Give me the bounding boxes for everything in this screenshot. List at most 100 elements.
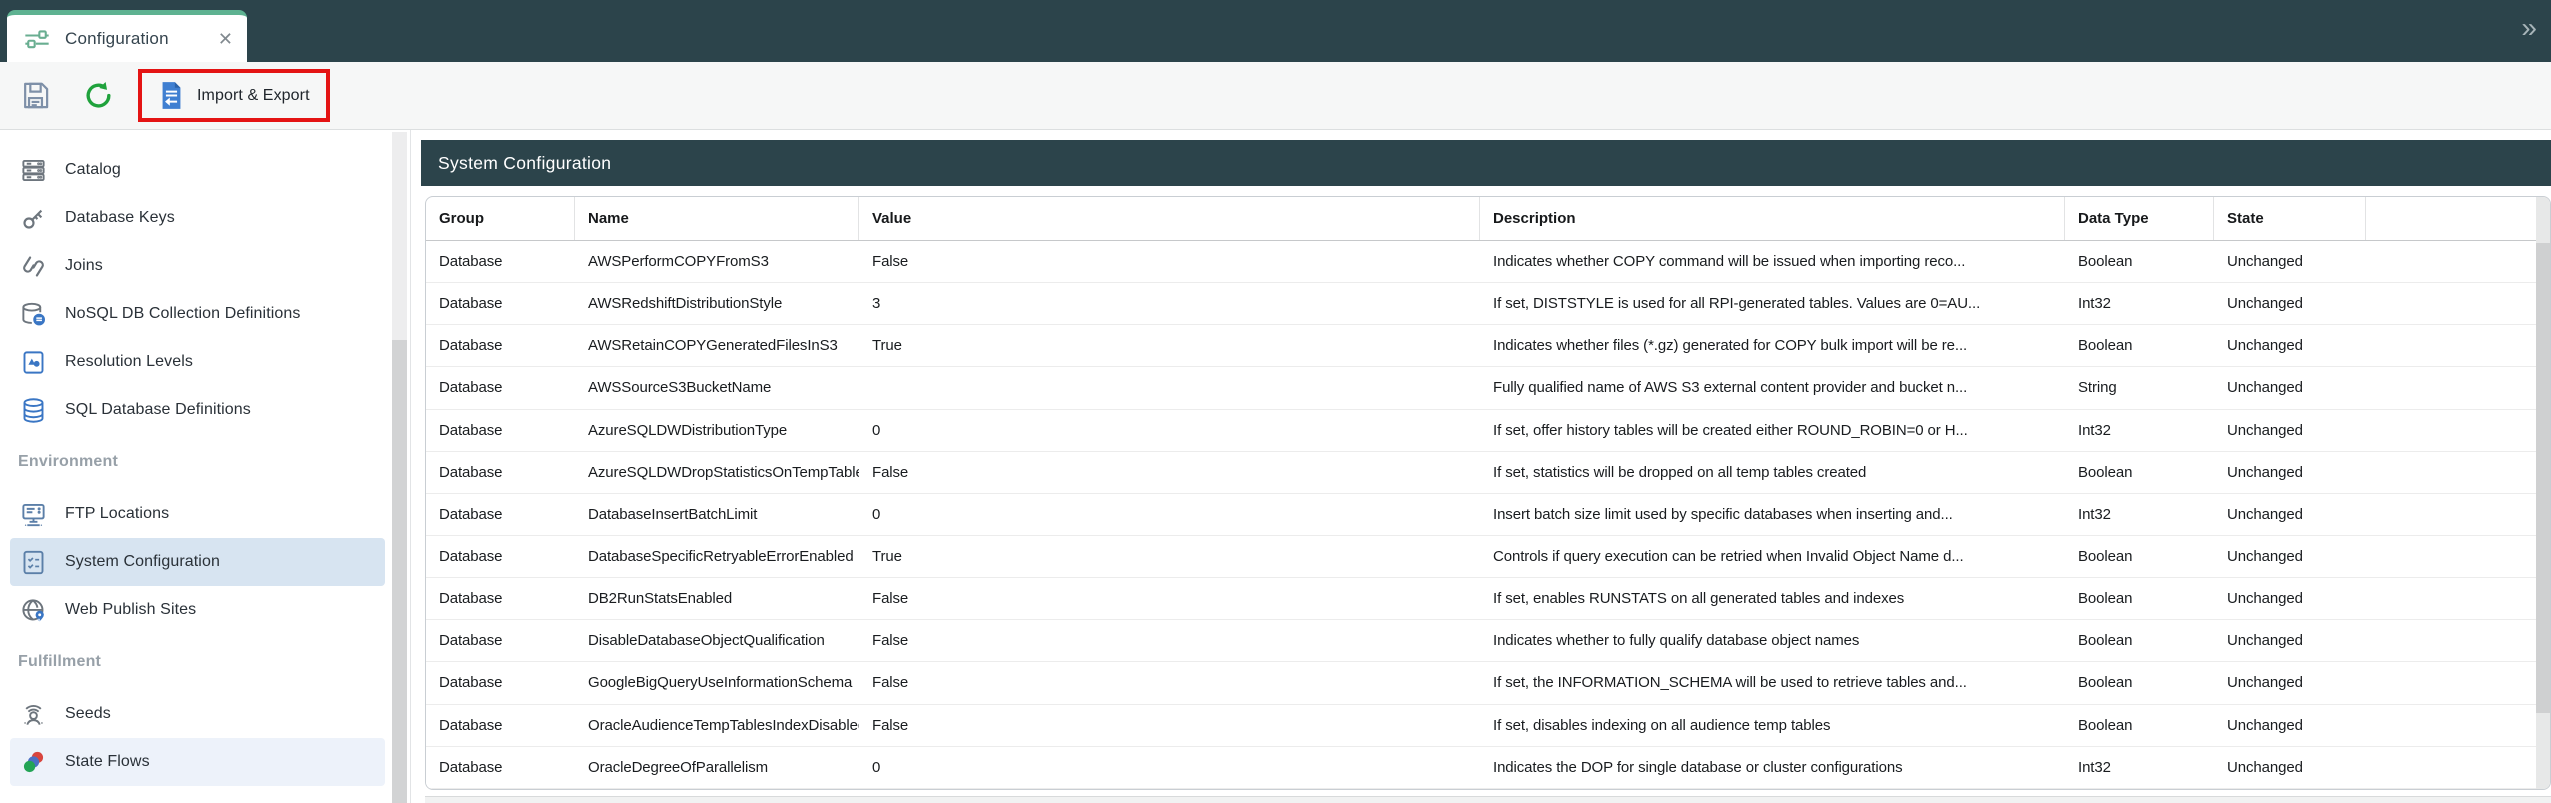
- table-cell-filler: [2366, 536, 2536, 577]
- table-cell-filler: [2366, 705, 2536, 746]
- table-cell: Unchanged: [2214, 536, 2366, 577]
- table-row[interactable]: DatabaseDB2RunStatsEnabledFalseIf set, e…: [426, 578, 2536, 620]
- table-cell: Unchanged: [2214, 705, 2366, 746]
- table-cell: Database: [426, 662, 575, 703]
- sidebar-item-database-keys[interactable]: Database Keys: [10, 194, 385, 242]
- table-row[interactable]: DatabaseDatabaseSpecificRetryableErrorEn…: [426, 536, 2536, 578]
- table-cell-filler: [2366, 452, 2536, 493]
- table-cell: True: [859, 325, 1480, 366]
- sidebar-item-label: FTP Locations: [65, 505, 169, 523]
- sidebar-item-label: Database Keys: [65, 209, 175, 227]
- table-cell: OracleDegreeOfParallelism: [575, 747, 859, 788]
- table-cell: Database: [426, 494, 575, 535]
- table-row[interactable]: DatabaseOracleDegreeOfParallelism0Indica…: [426, 747, 2536, 789]
- table-cell: OracleAudienceTempTablesIndexDisabled: [575, 705, 859, 746]
- table-row[interactable]: DatabaseAWSRetainCOPYGeneratedFilesInS3T…: [426, 325, 2536, 367]
- table-cell: DB2RunStatsEnabled: [575, 578, 859, 619]
- table-cell: DisableDatabaseObjectQualification: [575, 620, 859, 661]
- table-cell: Unchanged: [2214, 283, 2366, 324]
- table-cell: Boolean: [2065, 662, 2214, 703]
- key-icon: [18, 203, 48, 233]
- table-row[interactable]: DatabaseAzureSQLDWDropStatisticsOnTempTa…: [426, 452, 2536, 494]
- sidebar-item-label: Catalog: [65, 161, 121, 179]
- table-cell: Boolean: [2065, 325, 2214, 366]
- sidebar-item-label: Joins: [65, 257, 103, 275]
- column-header-description[interactable]: Description: [1480, 197, 2065, 240]
- table-cell: Unchanged: [2214, 747, 2366, 788]
- table-cell: If set, the INFORMATION_SCHEMA will be u…: [1480, 662, 2065, 703]
- table-cell: AWSRetainCOPYGeneratedFilesInS3: [575, 325, 859, 366]
- table-cell-filler: [2366, 578, 2536, 619]
- table-cell: AWSRedshiftDistributionStyle: [575, 283, 859, 324]
- state-flows-icon: [18, 747, 48, 777]
- web-publish-icon: [18, 595, 48, 625]
- table-cell: Int32: [2065, 747, 2214, 788]
- refresh-button[interactable]: [83, 80, 114, 111]
- sidebar-item-seeds[interactable]: Seeds: [10, 690, 385, 738]
- table-cell-filler: [2366, 367, 2536, 408]
- sidebar-item-nosql-db-collection-definitions[interactable]: NoSQL DB Collection Definitions: [10, 290, 385, 338]
- toolbar: Import & Export: [0, 62, 2551, 130]
- table-cell: 3: [859, 283, 1480, 324]
- table-cell-filler: [2366, 325, 2536, 366]
- sidebar-item-catalog[interactable]: Catalog: [10, 146, 385, 194]
- sidebar-item-system-configuration[interactable]: System Configuration: [10, 538, 385, 586]
- table-cell: Boolean: [2065, 536, 2214, 577]
- sidebar-item-resolution-levels[interactable]: Resolution Levels: [10, 338, 385, 386]
- table-cell: If set, enables RUNSTATS on all generate…: [1480, 578, 2065, 619]
- table-cell: Database: [426, 367, 575, 408]
- table-cell-filler: [2366, 283, 2536, 324]
- import-export-button[interactable]: Import & Export: [158, 81, 310, 110]
- table-cell-filler: [2366, 241, 2536, 282]
- table-row[interactable]: DatabaseDatabaseInsertBatchLimit0Insert …: [426, 494, 2536, 536]
- table-body: DatabaseAWSPerformCOPYFromS3FalseIndicat…: [426, 241, 2536, 789]
- table-cell: DatabaseSpecificRetryableErrorEnabled: [575, 536, 859, 577]
- table-row[interactable]: DatabaseOracleAudienceTempTablesIndexDis…: [426, 705, 2536, 747]
- table-row[interactable]: DatabaseDisableDatabaseObjectQualificati…: [426, 620, 2536, 662]
- table-cell: AzureSQLDWDistributionType: [575, 410, 859, 451]
- sidebar-scrollbar-track[interactable]: [392, 132, 407, 803]
- table-cell: If set, statistics will be dropped on al…: [1480, 452, 2065, 493]
- table-cell: Indicates whether to fully qualify datab…: [1480, 620, 2065, 661]
- sidebar-item-joins[interactable]: Joins: [10, 242, 385, 290]
- table-scrollbar-track[interactable]: [2536, 197, 2550, 789]
- sidebar-nav: Catalog Database Keys: [0, 130, 390, 786]
- table-row[interactable]: DatabaseAWSRedshiftDistributionStyle3If …: [426, 283, 2536, 325]
- sidebar-item-web-publish-sites[interactable]: Web Publish Sites: [10, 586, 385, 634]
- sidebar-section-environment: Environment: [0, 434, 390, 490]
- sidebar-scrollbar-thumb[interactable]: [392, 340, 407, 803]
- table-cell: If set, disables indexing on all audienc…: [1480, 705, 2065, 746]
- table-cell: String: [2065, 367, 2214, 408]
- tab-configuration[interactable]: Configuration ✕: [7, 10, 247, 62]
- column-header-data-type[interactable]: Data Type: [2065, 197, 2214, 240]
- table-cell-filler: [2366, 747, 2536, 788]
- table-cell: 0: [859, 410, 1480, 451]
- column-header-state[interactable]: State: [2214, 197, 2366, 240]
- table-row[interactable]: DatabaseAWSSourceS3BucketNameFully quali…: [426, 367, 2536, 409]
- column-header-group[interactable]: Group: [426, 197, 575, 240]
- table-cell: Database: [426, 452, 575, 493]
- table-cell: False: [859, 705, 1480, 746]
- table-cell-filler: [2366, 494, 2536, 535]
- column-header-name[interactable]: Name: [575, 197, 859, 240]
- column-header-value[interactable]: Value: [859, 197, 1480, 240]
- save-button[interactable]: [20, 80, 51, 111]
- table-cell: AWSPerformCOPYFromS3: [575, 241, 859, 282]
- tab-close-icon[interactable]: ✕: [218, 30, 233, 48]
- sidebar-item-sql-database-definitions[interactable]: SQL Database Definitions: [10, 386, 385, 434]
- table-row[interactable]: DatabaseGoogleBigQueryUseInformationSche…: [426, 662, 2536, 704]
- sidebar-item-ftp-locations[interactable]: FTP Locations: [10, 490, 385, 538]
- table-scrollbar-thumb[interactable]: [2536, 243, 2550, 713]
- import-export-icon: [158, 81, 185, 110]
- overflow-chevrons-icon[interactable]: »: [2521, 14, 2537, 42]
- table-cell: AWSSourceS3BucketName: [575, 367, 859, 408]
- table-row[interactable]: DatabaseAWSPerformCOPYFromS3FalseIndicat…: [426, 241, 2536, 283]
- table-cell: Boolean: [2065, 241, 2214, 282]
- table-cell: Database: [426, 620, 575, 661]
- sliders-icon: [23, 25, 51, 53]
- tab-title: Configuration: [65, 29, 204, 49]
- catalog-icon: [18, 155, 48, 185]
- table-row[interactable]: DatabaseAzureSQLDWDistributionType0If se…: [426, 410, 2536, 452]
- sidebar-item-state-flows[interactable]: State Flows: [10, 738, 385, 786]
- table-cell: Database: [426, 241, 575, 282]
